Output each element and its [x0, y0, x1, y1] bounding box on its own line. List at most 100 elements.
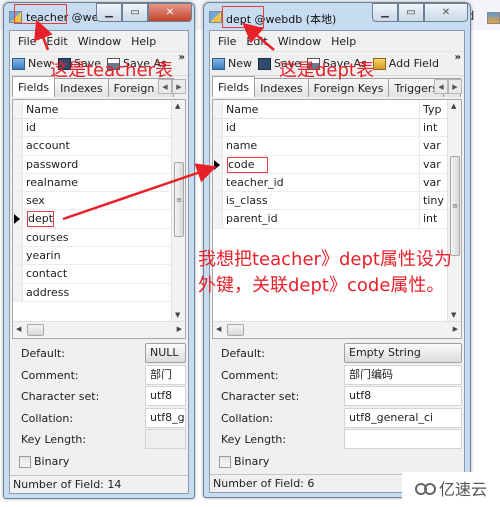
row-header[interactable] — [13, 247, 23, 265]
row-header[interactable] — [213, 192, 223, 210]
row-header[interactable] — [13, 119, 23, 137]
scrollbar-thumb[interactable]: ≡ — [450, 156, 460, 256]
field-row[interactable]: account — [13, 137, 185, 156]
field-name-cell[interactable]: sex — [23, 192, 167, 209]
close-button[interactable]: ✕ — [424, 3, 468, 22]
field-row[interactable]: yearin — [13, 247, 185, 266]
character-set-select[interactable]: utf8 — [344, 386, 462, 406]
row-header[interactable] — [13, 173, 23, 192]
field-row[interactable]: password — [13, 155, 185, 174]
maximize-button[interactable]: ▭ — [122, 3, 148, 22]
key-length-input[interactable] — [344, 429, 462, 449]
row-header[interactable] — [213, 155, 223, 173]
collation-select[interactable]: utf8_gen — [145, 407, 186, 428]
field-name-cell[interactable]: name — [223, 137, 420, 155]
scroll-up-arrow-icon[interactable]: ▲ — [175, 102, 180, 110]
field-name-cell[interactable]: realname — [23, 174, 167, 191]
menu-window[interactable]: Window — [73, 35, 126, 48]
field-row[interactable]: teacher_id var — [213, 173, 461, 193]
horizontal-scrollbar[interactable]: ◀ ▶ — [13, 321, 185, 338]
tab-scroll-right-button[interactable]: ▶ — [172, 79, 186, 94]
row-header[interactable] — [13, 155, 23, 173]
field-row[interactable]: address — [13, 283, 185, 302]
maximize-button[interactable]: ▭ — [398, 3, 424, 22]
field-type-cell[interactable]: int — [420, 210, 446, 227]
minimize-button[interactable]: ▁ — [96, 3, 122, 22]
row-header[interactable] — [13, 228, 23, 247]
comment-input[interactable]: 部门 — [145, 364, 186, 385]
toolbar-overflow-button[interactable]: » — [179, 53, 185, 63]
row-header[interactable] — [213, 137, 223, 155]
field-name-cell[interactable]: address — [23, 284, 167, 301]
collation-select[interactable]: utf8_general_ci — [344, 407, 462, 428]
field-row[interactable]: courses — [13, 228, 185, 248]
field-name-cell[interactable]: dept — [23, 210, 167, 228]
default-dropdown[interactable]: Empty String — [344, 343, 462, 363]
new-button[interactable]: New — [212, 57, 252, 70]
field-row[interactable]: sex — [13, 192, 185, 211]
field-name-cell[interactable]: yearin — [23, 247, 167, 264]
field-name-cell[interactable]: is_class — [223, 192, 420, 210]
scroll-right-arrow-icon[interactable]: ▶ — [453, 325, 458, 333]
field-row[interactable]: id — [13, 119, 185, 138]
row-header[interactable] — [13, 192, 23, 210]
default-dropdown[interactable]: NULL — [145, 343, 186, 363]
row-header[interactable] — [13, 210, 23, 228]
scroll-left-arrow-icon[interactable]: ◀ — [216, 325, 221, 333]
field-name-cell[interactable]: parent_id — [223, 210, 420, 228]
new-button[interactable]: New — [12, 57, 52, 70]
menu-window[interactable]: Window — [273, 35, 326, 48]
close-button[interactable]: ✕ — [148, 3, 192, 22]
binary-checkbox[interactable] — [219, 455, 231, 468]
field-name-cell[interactable]: password — [23, 156, 167, 173]
column-header-name[interactable]: Name — [23, 100, 167, 118]
scrollbar-thumb[interactable] — [227, 324, 244, 336]
row-header[interactable] — [213, 210, 223, 228]
field-row[interactable]: id int — [213, 119, 461, 138]
column-header-type[interactable]: Typ — [420, 100, 446, 118]
field-name-cell[interactable]: teacher_id — [223, 173, 420, 192]
field-type-cell[interactable]: var — [420, 137, 446, 154]
character-set-select[interactable]: utf8 — [145, 386, 186, 406]
row-header[interactable] — [13, 283, 23, 301]
field-name-cell[interactable]: contact — [23, 265, 167, 282]
field-name-cell[interactable]: id — [23, 119, 167, 136]
field-type-cell[interactable]: int — [420, 119, 446, 136]
scrollbar-thumb[interactable]: ≡ — [174, 162, 184, 237]
menu-file[interactable]: File — [213, 35, 241, 48]
minimize-button[interactable]: ▁ — [372, 3, 398, 22]
scroll-down-arrow-icon[interactable]: ▼ — [175, 311, 180, 319]
column-header-name[interactable]: Name — [223, 100, 420, 118]
vertical-scrollbar[interactable]: ▲ ≡ ▼ — [171, 100, 185, 321]
add-field-button[interactable]: Add Field — [372, 57, 439, 70]
tab-scroll-right-button[interactable]: ▶ — [448, 79, 462, 94]
field-row[interactable]: dept — [13, 210, 185, 229]
field-row[interactable]: parent_id int — [213, 210, 461, 229]
scroll-down-arrow-icon[interactable]: ▼ — [451, 311, 456, 319]
field-row[interactable]: contact — [13, 265, 185, 284]
horizontal-scrollbar[interactable]: ◀ ▶ — [213, 321, 461, 338]
menu-edit[interactable]: Edit — [241, 35, 272, 48]
menu-edit[interactable]: Edit — [41, 35, 72, 48]
field-name-cell[interactable]: account — [23, 137, 167, 154]
field-row[interactable]: name var — [213, 137, 461, 156]
field-row[interactable]: is_class tiny — [213, 192, 461, 211]
field-type-cell[interactable]: var — [420, 156, 446, 173]
field-name-cell[interactable]: code — [223, 155, 420, 173]
scroll-right-arrow-icon[interactable]: ▶ — [177, 325, 182, 333]
menu-help[interactable]: Help — [126, 35, 161, 48]
menu-file[interactable]: File — [13, 35, 41, 48]
field-type-cell[interactable]: var — [420, 174, 446, 191]
field-name-cell[interactable]: id — [223, 119, 420, 137]
comment-input[interactable]: 部门编码 — [344, 364, 462, 385]
scroll-up-arrow-icon[interactable]: ▲ — [451, 102, 456, 110]
tab-fields[interactable]: Fields — [212, 76, 256, 97]
menu-help[interactable]: Help — [326, 35, 361, 48]
tab-scroll-left-button[interactable]: ◀ — [434, 79, 448, 94]
binary-checkbox[interactable] — [19, 455, 31, 468]
scrollbar-thumb[interactable] — [27, 324, 44, 336]
row-header[interactable] — [13, 265, 23, 283]
field-name-cell[interactable]: courses — [23, 229, 167, 246]
field-type-cell[interactable]: tiny — [420, 192, 446, 209]
field-row[interactable]: realname — [13, 173, 185, 193]
